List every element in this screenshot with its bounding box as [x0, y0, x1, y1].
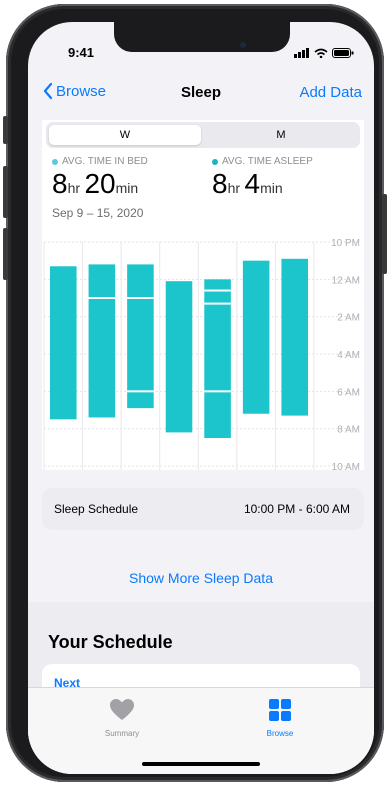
grid-icon	[269, 699, 291, 721]
chart-bar	[165, 281, 193, 433]
in-bed-minutes: 20	[84, 168, 116, 199]
signal-icon	[294, 48, 309, 58]
asleep-minutes: 4	[244, 168, 261, 199]
in-bed-dot	[52, 158, 58, 165]
chart-y-tick-label: 4 AM	[337, 350, 360, 361]
wifi-icon	[314, 48, 328, 58]
chart-bar	[127, 264, 154, 409]
in-bed-hours: 8	[52, 168, 68, 199]
status-icons	[294, 48, 354, 58]
sleep-summary-card: W M AVG. TIME IN BED AVG. TIME ASLEEP 8h…	[42, 120, 364, 470]
notch	[114, 22, 290, 52]
volume-down-button	[3, 228, 8, 280]
chart-awake-marker	[127, 390, 154, 393]
volume-up-button	[3, 166, 8, 218]
chart-awake-marker	[127, 297, 154, 299]
sleep-chart: 10 PM12 AM2 AM4 AM6 AM8 AM10 AMWedThuFri…	[43, 238, 360, 470]
chart-y-tick-label: 10 PM	[331, 238, 360, 249]
chart-awake-marker	[204, 390, 231, 393]
chart-y-tick-label: 10 AM	[332, 462, 360, 470]
chart-awake-marker	[88, 297, 116, 299]
sleep-schedule-row[interactable]: Sleep Schedule 10:00 PM - 6:00 AM	[42, 488, 364, 530]
mute-switch	[3, 116, 8, 144]
chart-awake-marker	[204, 289, 231, 292]
chart-y-tick-label: 2 AM	[337, 313, 360, 324]
chart-y-tick-label: 8 AM	[337, 425, 360, 436]
tab-browse-label: Browse	[266, 729, 294, 738]
front-camera	[240, 42, 246, 48]
asleep-label: AVG. TIME ASLEEP	[222, 156, 313, 167]
battery-icon	[332, 48, 354, 58]
chart-y-tick-label: 6 AM	[337, 387, 360, 398]
period-segmented-control: W M	[46, 122, 360, 148]
your-schedule-title: Your Schedule	[48, 632, 173, 652]
in-bed-legend: AVG. TIME IN BED	[52, 156, 148, 167]
asleep-minutes-unit: min	[260, 180, 283, 196]
in-bed-label: AVG. TIME IN BED	[62, 156, 148, 167]
chart-y-tick-label: 12 AM	[332, 275, 360, 286]
asleep-hours: 8	[212, 168, 228, 199]
screen: 9:41 Browse Sleep Add Data W M AVG. TIME…	[28, 22, 374, 774]
tab-browse[interactable]: Browse	[240, 698, 320, 738]
tab-summary[interactable]: Summary	[82, 698, 162, 738]
chart-awake-marker	[204, 302, 231, 305]
asleep-legend: AVG. TIME ASLEEP	[212, 156, 313, 167]
in-bed-value: 8hr 20min	[52, 168, 138, 200]
navigation-bar: Browse Sleep Add Data	[28, 78, 374, 108]
status-time: 9:41	[68, 45, 95, 60]
chart-bar	[242, 260, 270, 414]
asleep-value: 8hr 4min	[212, 168, 283, 200]
sleep-schedule-label: Sleep Schedule	[54, 502, 139, 516]
asleep-hours-unit: hr	[227, 180, 241, 196]
tab-bar: Summary Browse	[28, 687, 374, 774]
phone-frame: 9:41 Browse Sleep Add Data W M AVG. TIME…	[3, 4, 387, 782]
show-more-sleep-data-link[interactable]: Show More Sleep Data	[28, 570, 374, 586]
sleep-schedule-value: 10:00 PM - 6:00 AM	[243, 502, 350, 516]
segment-month[interactable]: M	[205, 125, 357, 145]
power-button	[382, 194, 387, 274]
home-indicator	[142, 762, 260, 766]
tab-summary-label: Summary	[104, 729, 140, 738]
in-bed-hours-unit: hr	[67, 180, 81, 196]
date-range: Sep 9 – 15, 2020	[52, 206, 144, 220]
add-data-button[interactable]: Add Data	[299, 84, 362, 101]
in-bed-minutes-unit: min	[115, 180, 139, 196]
chart-bar	[88, 264, 116, 418]
chart-bar	[50, 266, 77, 420]
segment-week[interactable]: W	[49, 125, 201, 145]
heart-icon	[110, 699, 134, 720]
chart-bar	[281, 258, 308, 416]
asleep-dot	[212, 158, 218, 165]
